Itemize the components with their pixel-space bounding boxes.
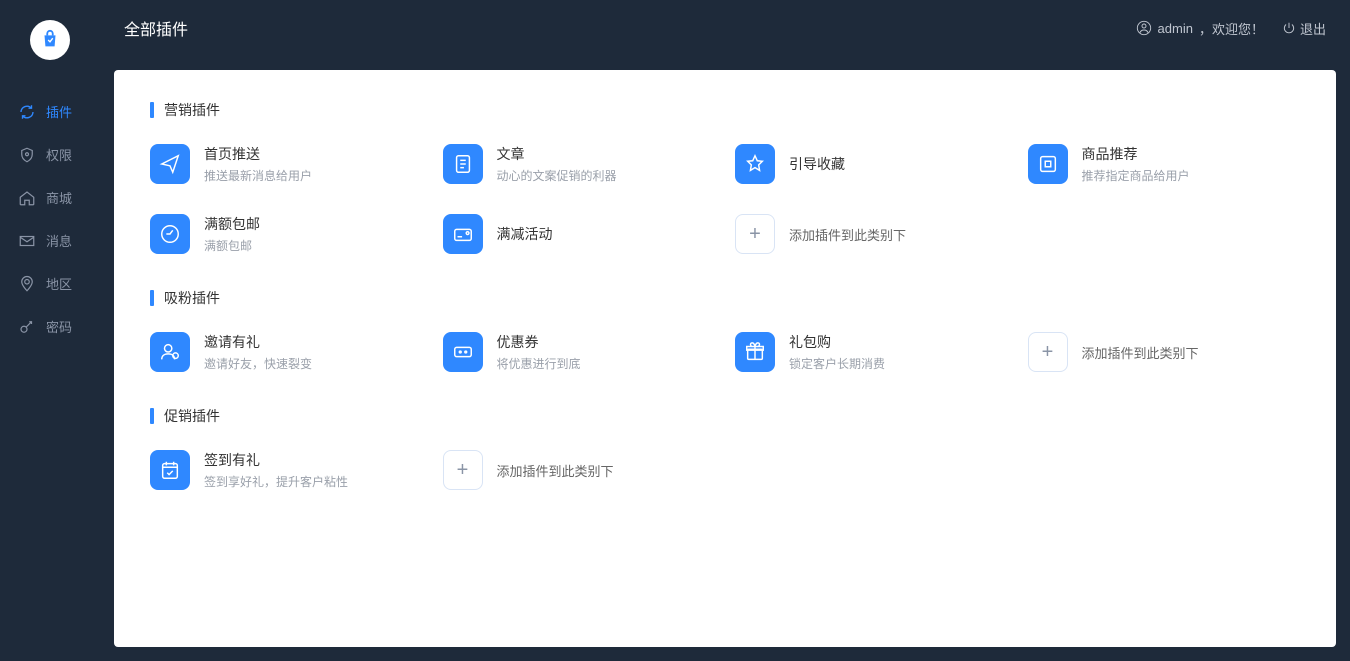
card-icon xyxy=(443,214,483,254)
mail-icon xyxy=(18,232,36,250)
home-icon xyxy=(18,189,36,207)
plugin-title: 添加插件到此类别下 xyxy=(497,461,614,480)
power-icon xyxy=(1282,21,1296,35)
plugin-add[interactable]: + 添加插件到此类别下 xyxy=(1028,332,1301,372)
plus-icon: + xyxy=(443,450,483,490)
plugin-add[interactable]: + 添加插件到此类别下 xyxy=(735,214,1008,254)
sidebar-item-label: 密码 xyxy=(46,317,72,336)
sidebar-item-messages[interactable]: 消息 xyxy=(0,219,100,262)
sidebar-item-label: 消息 xyxy=(46,231,72,250)
gift-icon xyxy=(735,332,775,372)
sidebar-item-plugins[interactable]: 插件 xyxy=(0,90,100,133)
section-title: 促销插件 xyxy=(150,406,1300,426)
plugin-discount[interactable]: 满减活动 xyxy=(443,214,716,254)
plugin-title: 引导收藏 xyxy=(789,154,845,174)
plugin-add[interactable]: + 添加插件到此类别下 xyxy=(443,450,716,490)
section-title: 吸粉插件 xyxy=(150,288,1300,308)
sidebar-item-label: 地区 xyxy=(46,274,72,293)
section-promo: 促销插件 签到有礼签到享好礼，提升客户粘性 + 添加插件到此类别下 xyxy=(150,406,1300,490)
plugin-title: 首页推送 xyxy=(204,144,312,164)
plugin-title: 添加插件到此类别下 xyxy=(789,225,906,244)
user-greeting[interactable]: admin ，欢迎您！ xyxy=(1136,19,1264,38)
plugin-title: 文章 xyxy=(497,144,617,164)
sidebar-item-region[interactable]: 地区 xyxy=(0,262,100,305)
sidebar-item-label: 权限 xyxy=(46,145,72,164)
box-icon xyxy=(1028,144,1068,184)
shield-icon xyxy=(18,146,36,164)
plus-icon: + xyxy=(1028,332,1068,372)
logout-button[interactable]: 退出 xyxy=(1282,19,1326,38)
calendar-icon xyxy=(150,450,190,490)
section-marketing: 营销插件 首页推送推送最新消息给用户 文章动心的文案促销的利器 引导收藏 xyxy=(150,100,1300,254)
page-title: 全部插件 xyxy=(124,16,188,40)
plugin-title: 礼包购 xyxy=(789,332,885,352)
send-icon xyxy=(150,144,190,184)
logout-label: 退出 xyxy=(1300,19,1326,38)
doc-icon xyxy=(443,144,483,184)
plugin-desc: 锁定客户长期消费 xyxy=(789,355,885,372)
plugin-desc: 动心的文案促销的利器 xyxy=(497,167,617,184)
plugin-title: 邀请有礼 xyxy=(204,332,312,352)
plugin-title: 满减活动 xyxy=(497,224,553,244)
sidebar-item-password[interactable]: 密码 xyxy=(0,305,100,348)
plugin-coupon[interactable]: 优惠券将优惠进行到底 xyxy=(443,332,716,372)
plugin-title: 签到有礼 xyxy=(204,450,348,470)
truck-icon xyxy=(150,214,190,254)
sidebar-item-label: 插件 xyxy=(46,102,72,121)
plugin-invite[interactable]: 邀请有礼邀请好友，快速裂变 xyxy=(150,332,423,372)
map-pin-icon xyxy=(18,275,36,293)
user-name: admin xyxy=(1158,21,1193,36)
sidebar-item-permissions[interactable]: 权限 xyxy=(0,133,100,176)
refresh-icon xyxy=(18,103,36,121)
key-icon xyxy=(18,318,36,336)
ticket-icon xyxy=(443,332,483,372)
plugin-desc: 邀请好友，快速裂变 xyxy=(204,355,312,372)
section-fans: 吸粉插件 邀请有礼邀请好友，快速裂变 优惠券将优惠进行到底 礼包购锁定客户 xyxy=(150,288,1300,372)
content-panel: 营销插件 首页推送推送最新消息给用户 文章动心的文案促销的利器 引导收藏 xyxy=(114,70,1336,647)
section-title: 营销插件 xyxy=(150,100,1300,120)
sidebar-item-shop[interactable]: 商城 xyxy=(0,176,100,219)
sidebar-nav: 插件 权限 商城 消息 地区 密码 xyxy=(0,90,100,348)
sidebar-item-label: 商城 xyxy=(46,188,72,207)
plugin-desc: 满额包邮 xyxy=(204,237,260,254)
plugin-article[interactable]: 文章动心的文案促销的利器 xyxy=(443,144,716,184)
plugin-desc: 将优惠进行到底 xyxy=(497,355,581,372)
plugin-desc: 签到享好礼，提升客户粘性 xyxy=(204,473,348,490)
plugin-title: 优惠券 xyxy=(497,332,581,352)
plugin-home-push[interactable]: 首页推送推送最新消息给用户 xyxy=(150,144,423,184)
plugin-desc: 推荐指定商品给用户 xyxy=(1082,167,1190,184)
plugin-checkin[interactable]: 签到有礼签到享好礼，提升客户粘性 xyxy=(150,450,423,490)
plugin-favorite[interactable]: 引导收藏 xyxy=(735,144,1008,184)
plus-icon: + xyxy=(735,214,775,254)
user-add-icon xyxy=(150,332,190,372)
plugin-recommend[interactable]: 商品推荐推荐指定商品给用户 xyxy=(1028,144,1301,184)
plugin-gift-package[interactable]: 礼包购锁定客户长期消费 xyxy=(735,332,1008,372)
plugin-title: 添加插件到此类别下 xyxy=(1082,343,1199,362)
user-welcome: ，欢迎您！ xyxy=(1199,19,1264,38)
star-icon xyxy=(735,144,775,184)
bag-icon xyxy=(39,29,61,51)
plugin-desc: 推送最新消息给用户 xyxy=(204,167,312,184)
app-logo[interactable] xyxy=(30,20,70,60)
plugin-title: 商品推荐 xyxy=(1082,144,1190,164)
topbar: 全部插件 admin ，欢迎您！ 退出 xyxy=(100,0,1350,56)
plugin-free-shipping[interactable]: 满额包邮满额包邮 xyxy=(150,214,423,254)
user-icon xyxy=(1136,20,1152,36)
sidebar: 插件 权限 商城 消息 地区 密码 xyxy=(0,0,100,661)
plugin-title: 满额包邮 xyxy=(204,214,260,234)
